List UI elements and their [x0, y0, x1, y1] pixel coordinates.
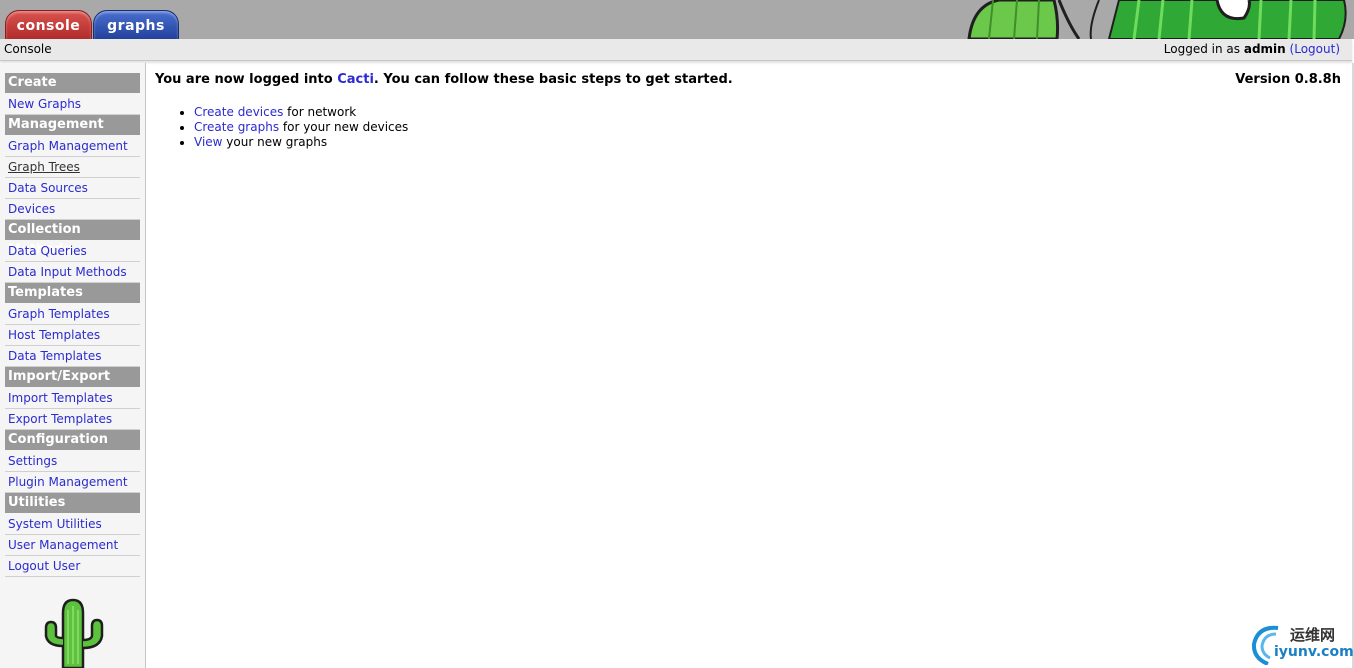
list-item: View your new graphs: [194, 135, 1341, 150]
menu-header-import-export: Import/Export: [5, 367, 140, 387]
cacti-link[interactable]: Cacti: [337, 72, 374, 87]
menu-header-utilities: Utilities: [5, 493, 140, 513]
top-navigation-bar: console graphs: [0, 0, 1354, 39]
cactus-logo-icon: [44, 598, 104, 668]
menu-header-create: Create: [5, 73, 140, 93]
login-prefix: Logged in as: [1163, 42, 1241, 56]
menu-item-user-management[interactable]: User Management: [5, 535, 140, 556]
menu-item-data-sources[interactable]: Data Sources: [5, 178, 140, 199]
welcome-message: You are now logged into Cacti. You can f…: [155, 72, 1341, 87]
welcome-suffix: . You can follow these basic steps to ge…: [373, 72, 733, 87]
step-text: for network: [283, 105, 357, 119]
view-graphs-link[interactable]: View: [194, 135, 222, 149]
tab-console[interactable]: console: [5, 10, 92, 39]
main-content: You are now logged into Cacti. You can f…: [155, 72, 1341, 150]
menu-item-plugin-management[interactable]: Plugin Management: [5, 472, 140, 493]
watermark-en: iyunv.com: [1274, 644, 1354, 660]
list-item: Create graphs for your new devices: [194, 120, 1341, 135]
step-text: for your new devices: [279, 120, 409, 134]
sidebar-menu: Create New Graphs Management Graph Manag…: [5, 73, 140, 577]
menu-header-collection-methods: Collection Methods: [5, 220, 140, 257]
menu-item-host-templates[interactable]: Host Templates: [5, 325, 140, 346]
menu-item-devices[interactable]: Devices: [5, 199, 140, 220]
version-label: Version 0.8.8h: [1235, 72, 1341, 87]
menu-item-system-utilities[interactable]: System Utilities: [5, 514, 140, 535]
menu-item-graph-management[interactable]: Graph Management: [5, 136, 140, 157]
menu-item-new-graphs[interactable]: New Graphs: [5, 94, 140, 115]
menu-item-export-templates[interactable]: Export Templates: [5, 409, 140, 430]
cactus-banner-image: [959, 0, 1354, 39]
list-item: Create devices for network: [194, 105, 1341, 120]
menu-item-data-templates[interactable]: Data Templates: [5, 346, 140, 367]
login-info: Logged in as admin (Logout): [1164, 42, 1340, 56]
menu-item-graph-trees[interactable]: Graph Trees: [5, 157, 140, 178]
welcome-prefix: You are now logged into: [155, 72, 333, 87]
create-graphs-link[interactable]: Create graphs: [194, 120, 279, 134]
menu-item-data-queries[interactable]: Data Queries: [5, 241, 140, 262]
menu-item-import-templates[interactable]: Import Templates: [5, 388, 140, 409]
menu-item-settings[interactable]: Settings: [5, 451, 140, 472]
tab-graphs[interactable]: graphs: [93, 10, 179, 39]
step-text: your new graphs: [222, 135, 328, 149]
breadcrumb: Console: [4, 42, 52, 56]
menu-header-templates: Templates: [5, 283, 140, 303]
username: admin: [1243, 42, 1286, 56]
sidebar: Create New Graphs Management Graph Manag…: [0, 63, 146, 668]
menu-header-configuration: Configuration: [5, 430, 140, 450]
watermark-cn: 运维网: [1290, 626, 1336, 644]
menu-header-management: Management: [5, 115, 140, 135]
logout-link[interactable]: (Logout): [1290, 42, 1340, 56]
breadcrumb-bar: Console Logged in as admin (Logout): [0, 39, 1352, 61]
menu-item-graph-templates[interactable]: Graph Templates: [5, 304, 140, 325]
getting-started-steps: Create devices for network Create graphs…: [155, 105, 1341, 150]
menu-item-logout-user[interactable]: Logout User: [5, 556, 140, 577]
create-devices-link[interactable]: Create devices: [194, 105, 283, 119]
watermark: 运维网 iyunv.com: [1248, 620, 1354, 665]
menu-item-data-input-methods[interactable]: Data Input Methods: [5, 262, 140, 283]
